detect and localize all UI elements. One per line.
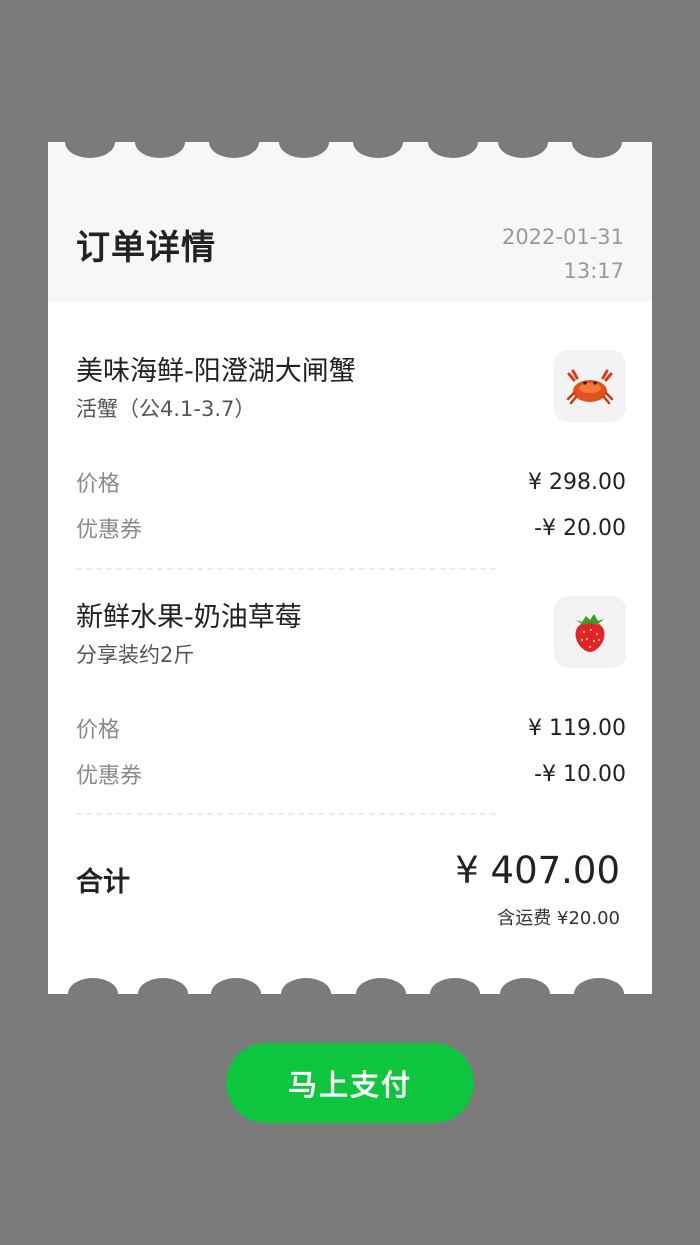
price-label: 价格 [76,718,121,743]
order-time: 13:17 [563,259,624,283]
total-label: 合计 [76,867,130,898]
receipt-edge-scallop [281,978,331,994]
coupon-value: -¥ 10.00 [534,761,626,787]
coupon-row: 优惠券 -¥ 10.00 [76,758,626,790]
crab-icon [566,369,614,405]
item-name: 新鲜水果-奶油草莓 [76,602,302,633]
item-divider [76,568,496,570]
receipt-edge-scallop [68,978,118,994]
item-spec: 分享装约2斤 [76,643,195,667]
price-row: 价格 ¥ 298.00 [76,466,626,498]
coupon-label: 优惠券 [76,518,143,543]
pay-now-button[interactable]: 马上支付 [226,1043,474,1123]
price-value: ¥ 298.00 [528,469,626,495]
item-thumbnail [554,596,626,668]
receipt-edge-scallop [356,978,406,994]
receipt-edge-scallop [574,978,624,994]
order-receipt: 订单详情 2022-01-31 13:17 美味海鲜-阳澄湖大闸蟹 活蟹（公4.… [48,142,652,994]
shipping-note: 含运费 ¥20.00 [497,908,620,929]
price-label: 价格 [76,472,121,497]
order-datetime: 2022-01-31 13:17 [502,220,624,288]
order-item: 美味海鲜-阳澄湖大闸蟹 活蟹（公4.1-3.7） [76,350,626,424]
strawberry-icon [575,614,605,652]
page-title: 订单详情 [76,228,216,268]
coupon-label: 优惠券 [76,764,143,789]
receipt-edge-scallop [430,978,480,994]
item-spec: 活蟹（公4.1-3.7） [76,397,256,421]
order-date: 2022-01-31 [501,225,624,249]
price-row: 价格 ¥ 119.00 [76,712,626,744]
price-value: ¥ 119.00 [528,715,626,741]
coupon-value: -¥ 20.00 [534,515,626,541]
coupon-row: 优惠券 -¥ 20.00 [76,512,626,544]
total-amount: ¥ 407.00 [455,849,620,892]
item-thumbnail [554,350,626,422]
order-item: 新鲜水果-奶油草莓 分享装约2斤 [76,596,626,670]
receipt-edge-scallop [138,978,188,994]
item-name: 美味海鲜-阳澄湖大闸蟹 [76,356,356,387]
item-divider [76,813,496,815]
receipt-edge-scallop [500,978,550,994]
receipt-edge-scallop [211,978,261,994]
